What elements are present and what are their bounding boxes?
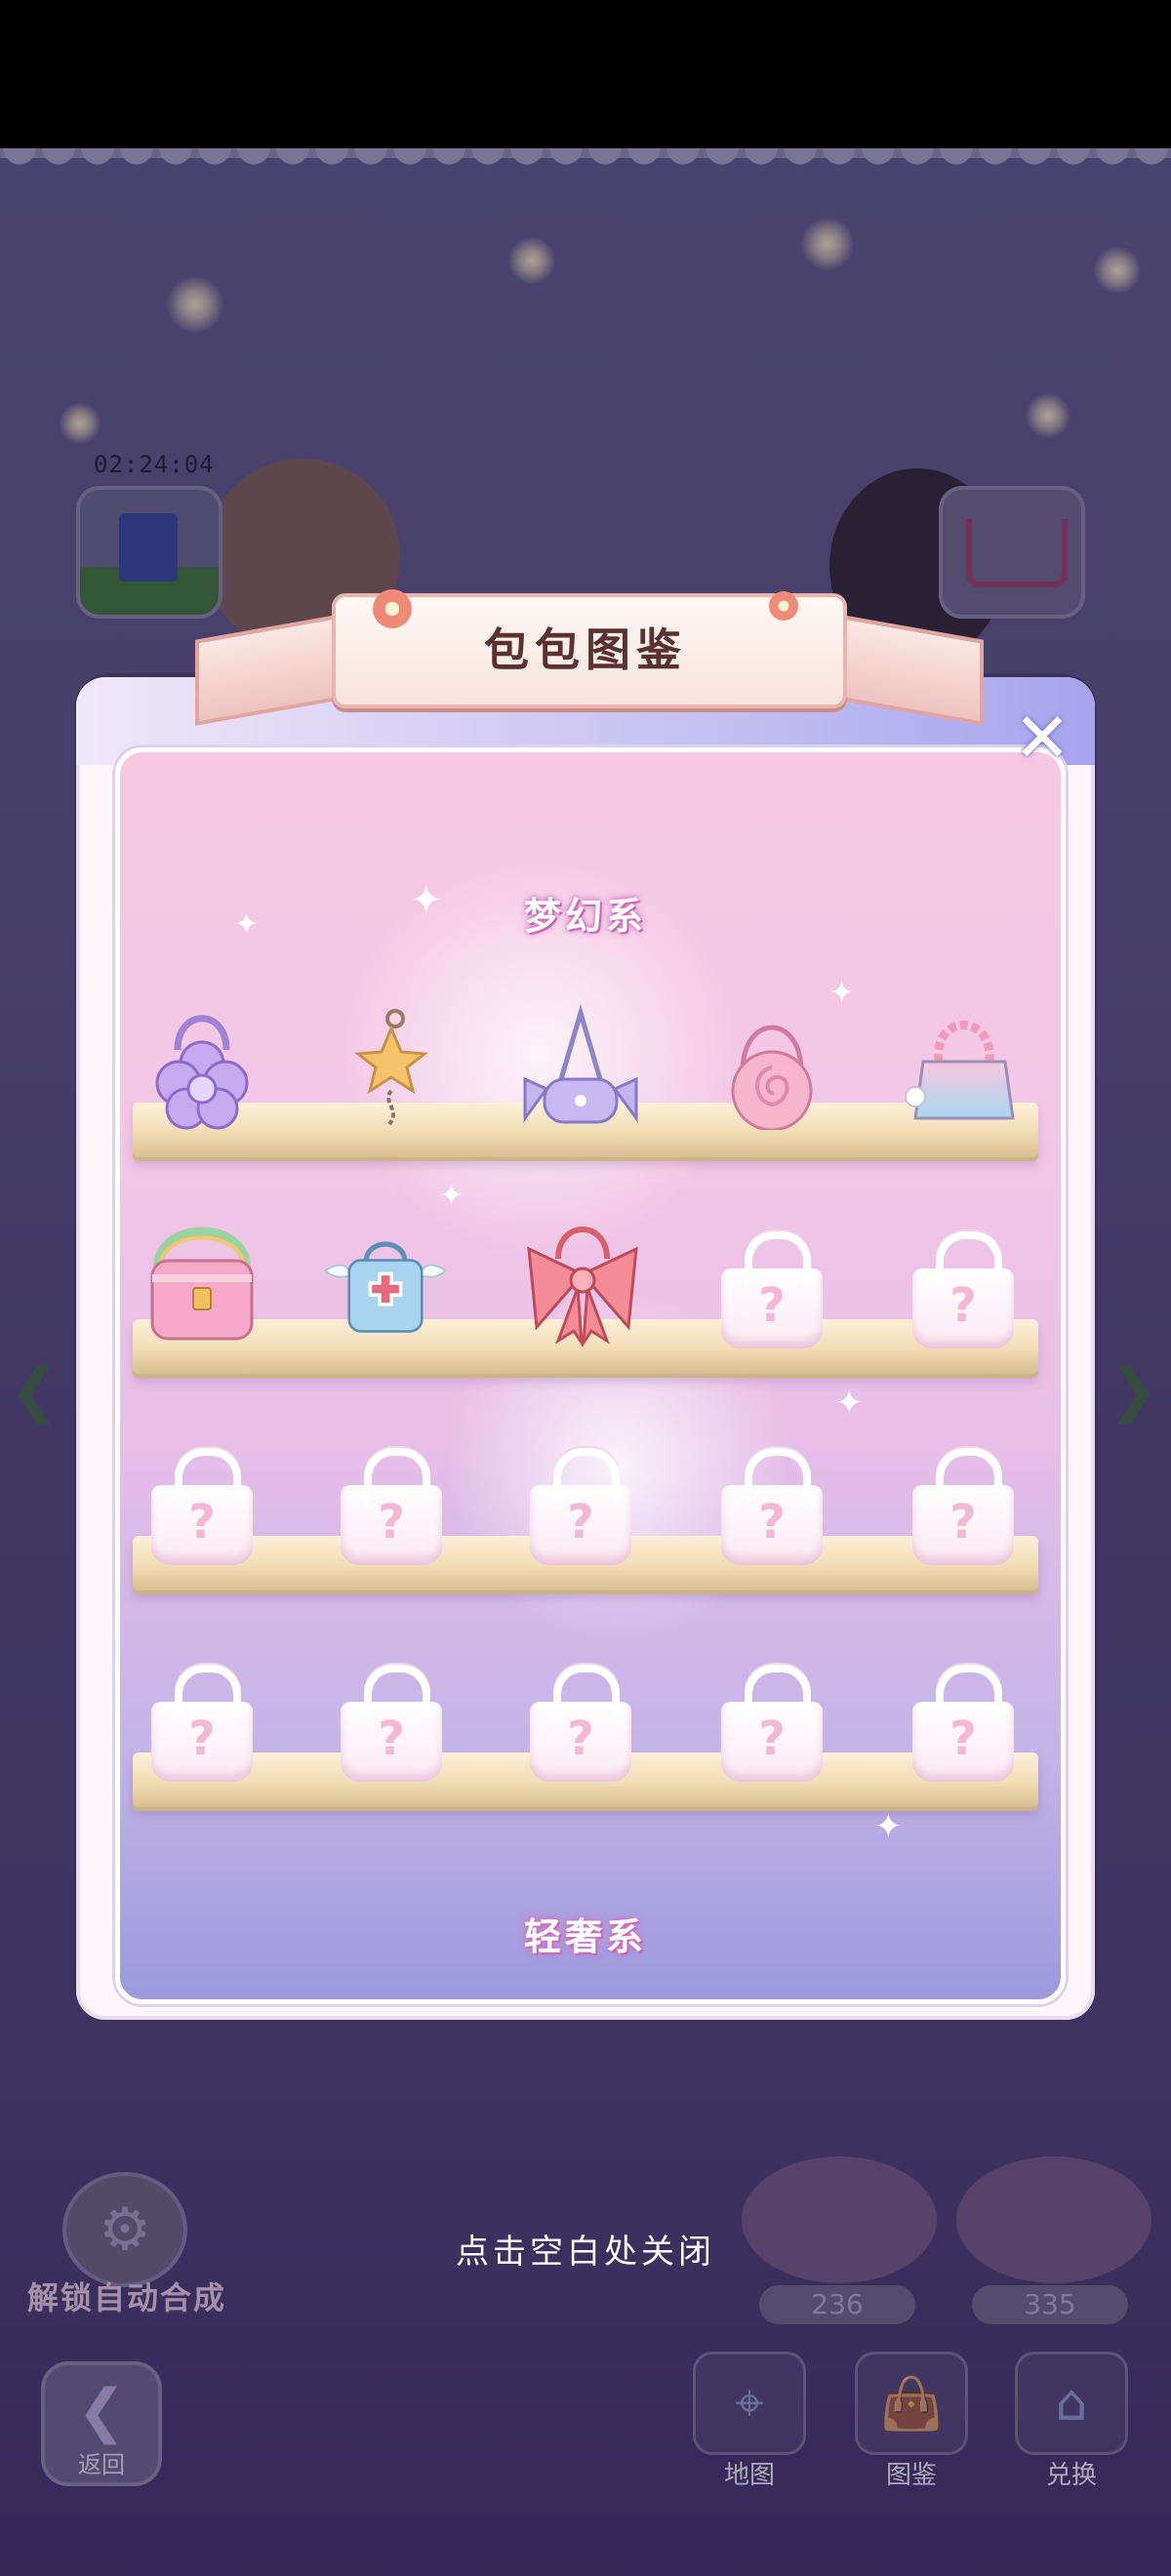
sparkle-icon: ✦ (874, 1807, 903, 1846)
bag-slot-locked[interactable]: ? (517, 1436, 644, 1563)
locked-bag-icon: ? (721, 1665, 823, 1780)
category-dreamy-title: 梦幻系 (523, 895, 647, 938)
sparkle-icon: ✦ (829, 976, 855, 1010)
star-charm-icon (354, 1009, 428, 1126)
bag-slot-locked[interactable]: ? (900, 1653, 1027, 1780)
locked-bag-icon: ? (151, 1448, 253, 1563)
bag-slot-pink-satchel[interactable] (139, 1220, 265, 1347)
question-mark-icon: ? (188, 1711, 216, 1766)
purple-flower-bag-icon (155, 1015, 249, 1130)
sparkle-icon: ✦ (439, 1179, 464, 1213)
locked-bag-icon: ? (721, 1231, 823, 1347)
close-button[interactable]: ✕ (1009, 704, 1075, 772)
locked-bag-icon: ? (912, 1448, 1014, 1563)
sparkle-icon: ✦ (835, 1384, 864, 1423)
question-mark-icon: ? (758, 1495, 786, 1550)
pink-rose-bag-icon (731, 1025, 813, 1130)
bag-slot-candy[interactable] (517, 1003, 644, 1130)
bag-slot-locked[interactable]: ? (139, 1653, 265, 1780)
locked-bag-icon: ? (530, 1448, 631, 1563)
bag-slot-locked[interactable]: ? (900, 1436, 1027, 1563)
bag-slot-locked[interactable]: ? (328, 1653, 455, 1780)
question-mark-icon: ? (758, 1278, 786, 1333)
question-mark-icon: ? (949, 1711, 977, 1766)
bag-slot-red-bow[interactable] (519, 1220, 646, 1347)
bag-slot-purple-flower[interactable] (139, 1003, 265, 1130)
bag-slot-locked[interactable]: ? (708, 1436, 835, 1563)
question-mark-icon: ? (758, 1711, 786, 1766)
pink-satchel-bag-icon (150, 1227, 254, 1341)
status-bar (0, 0, 1171, 148)
question-mark-icon: ? (949, 1278, 977, 1333)
bag-slot-gradient-pearl[interactable] (900, 1003, 1027, 1130)
locked-bag-icon: ? (912, 1231, 1014, 1347)
locked-bag-icon: ? (530, 1665, 631, 1780)
locked-bag-icon: ? (341, 1665, 442, 1780)
question-mark-icon: ? (567, 1711, 594, 1766)
locked-bag-icon: ? (721, 1448, 823, 1563)
sparkle-icon: ✦ (234, 907, 260, 942)
locked-bag-icon: ? (151, 1665, 253, 1780)
bag-slot-angel-wing-nurse[interactable] (322, 1220, 449, 1347)
bag-slot-locked[interactable]: ? (900, 1220, 1027, 1347)
gradient-pearl-bag-icon (905, 1021, 1015, 1120)
close-hint: 点击空白处关闭 (456, 2233, 715, 2272)
question-mark-icon: ? (567, 1495, 594, 1550)
bag-slot-locked[interactable]: ? (708, 1220, 835, 1347)
locked-bag-icon: ? (341, 1448, 442, 1563)
bag-slot-locked[interactable]: ? (328, 1436, 455, 1563)
question-mark-icon: ? (378, 1711, 405, 1766)
question-mark-icon: ? (188, 1495, 216, 1550)
bag-slot-locked[interactable]: ? (139, 1436, 265, 1563)
modal-title: 包包图鉴 (484, 624, 687, 676)
locked-bag-icon: ? (912, 1665, 1014, 1780)
question-mark-icon: ? (949, 1495, 977, 1550)
bag-slot-pink-rose[interactable] (708, 1003, 835, 1130)
category-light-luxury-title: 轻奢系 (523, 1915, 647, 1958)
bag-slot-star-charm[interactable] (328, 1003, 455, 1130)
sparkle-icon: ✦ (410, 878, 443, 923)
angel-wing-nurse-bag-icon (324, 1241, 447, 1333)
candy-bag-icon (523, 1004, 638, 1124)
red-bow-bag-icon (527, 1227, 638, 1347)
bag-slot-locked[interactable]: ? (517, 1653, 644, 1780)
bag-slot-locked[interactable]: ? (708, 1653, 835, 1780)
question-mark-icon: ? (378, 1495, 405, 1550)
